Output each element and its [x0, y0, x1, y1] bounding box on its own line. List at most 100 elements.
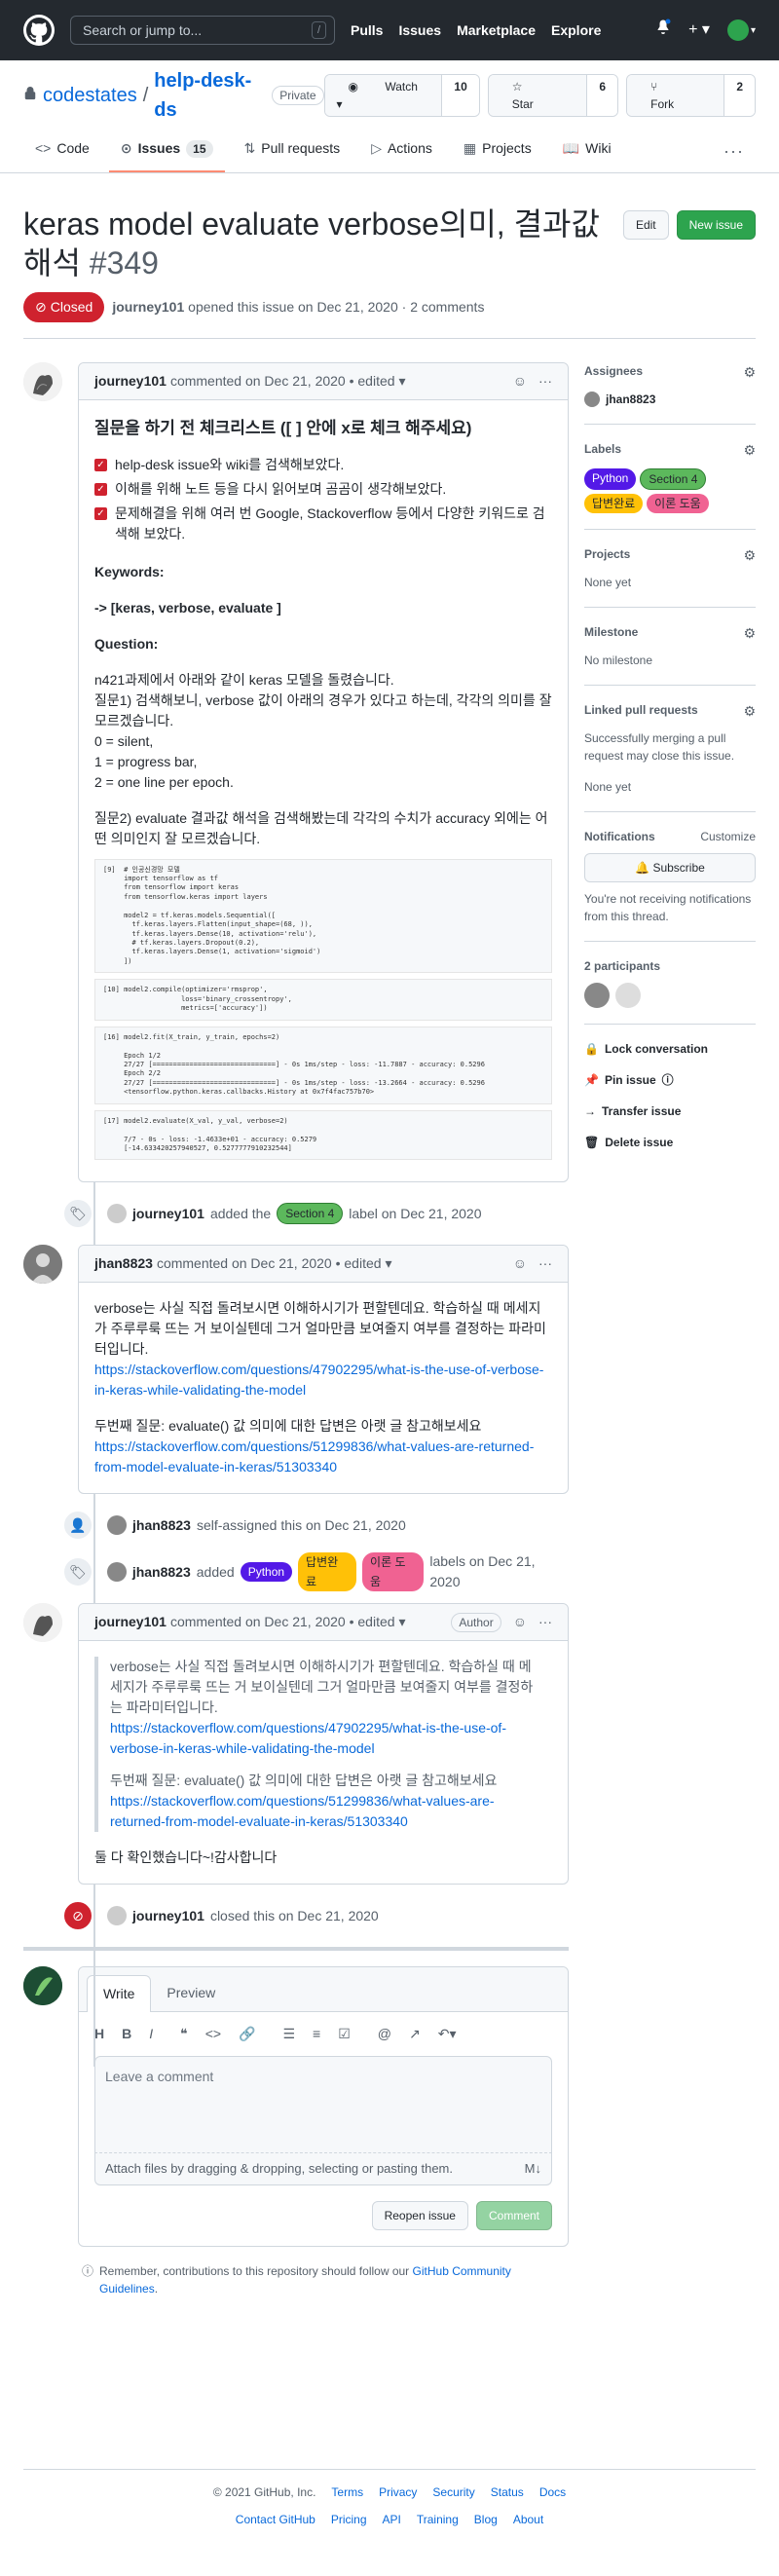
watch-count[interactable]: 10 [441, 75, 479, 116]
gear-icon[interactable]: ⚙ [743, 545, 756, 566]
label-python[interactable]: Python [584, 468, 637, 490]
stackoverflow-link[interactable]: https://stackoverflow.com/questions/5129… [94, 1438, 534, 1475]
user-avatar-menu[interactable]: ▾ [726, 19, 756, 41]
link-icon[interactable]: 🔗 [239, 2024, 255, 2044]
nav-marketplace[interactable]: Marketplace [457, 20, 536, 41]
kebab-menu-icon[interactable]: ··· [538, 1612, 552, 1632]
avatar[interactable] [615, 983, 641, 1008]
mention-icon[interactable]: @ [378, 2024, 391, 2044]
tab-write[interactable]: Write [87, 1975, 152, 2013]
comment-meta[interactable]: commented on Dec 21, 2020 • edited [170, 1612, 395, 1632]
comment-author-link[interactable]: journey101 [94, 1612, 167, 1632]
avatar[interactable] [584, 983, 610, 1008]
gear-icon[interactable]: ⚙ [743, 623, 756, 644]
comment-author-link[interactable]: jhan8823 [94, 1253, 153, 1274]
markdown-icon[interactable]: M↓ [525, 2159, 541, 2179]
caret-down-icon[interactable]: ▾ [386, 1253, 392, 1274]
assignee[interactable]: jhan8823 [584, 391, 756, 408]
checkbox-icon[interactable]: ✓ [94, 482, 107, 496]
footer-link-api[interactable]: API [383, 2511, 401, 2528]
nav-issues[interactable]: Issues [398, 20, 441, 41]
transfer-issue-button[interactable]: → Transfer issue [584, 1102, 756, 1120]
tab-actions[interactable]: ▷ Actions [359, 131, 444, 172]
delete-issue-button[interactable]: 🗑 Delete issue [584, 1134, 756, 1151]
comment-textarea[interactable]: Leave a comment [94, 2056, 552, 2154]
avatar[interactable] [107, 1204, 127, 1224]
label-theory-help[interactable]: 이론 도움 [647, 494, 709, 513]
avatar[interactable] [106, 1562, 127, 1583]
github-logo-icon[interactable] [23, 15, 55, 46]
avatar[interactable] [23, 362, 62, 401]
footer-link-training[interactable]: Training [417, 2511, 459, 2528]
footer-link-blog[interactable]: Blog [474, 2511, 498, 2528]
footer-link-status[interactable]: Status [491, 2483, 524, 2501]
new-issue-button[interactable]: New issue [676, 210, 756, 240]
gear-icon[interactable]: ⚙ [743, 440, 756, 461]
avatar[interactable] [107, 1906, 127, 1926]
comment-meta[interactable]: commented on Dec 21, 2020 • edited [170, 371, 395, 392]
bold-icon[interactable]: B [122, 2024, 131, 2044]
bell-icon[interactable] [655, 19, 671, 42]
caret-down-icon[interactable]: ▾ [399, 1612, 406, 1632]
event-actor[interactable]: journey101 [132, 1204, 204, 1224]
lock-conversation-button[interactable]: 🔒 Lock conversation [584, 1040, 756, 1058]
fork-count[interactable]: 2 [723, 75, 755, 116]
cross-reference-icon[interactable]: ↗ [409, 2024, 421, 2044]
customize-link[interactable]: Customize [700, 828, 756, 845]
label-theory-help[interactable]: 이론 도움 [362, 1552, 425, 1592]
label-section4[interactable]: Section 4 [640, 468, 707, 490]
checkbox-icon[interactable]: ✓ [94, 506, 107, 520]
avatar[interactable] [107, 1515, 127, 1536]
comment-meta[interactable]: commented on Dec 21, 2020 • edited [157, 1253, 382, 1274]
nav-explore[interactable]: Explore [551, 20, 601, 41]
code-icon[interactable]: <> [205, 2024, 221, 2044]
caret-down-icon[interactable]: ▾ [399, 371, 406, 392]
repo-owner-link[interactable]: codestates [43, 81, 137, 110]
star-button[interactable]: ☆ Star 6 [487, 74, 619, 117]
label-python[interactable]: Python [240, 1562, 293, 1583]
event-actor[interactable]: jhan8823 [132, 1515, 191, 1536]
label-section4[interactable]: Section 4 [277, 1203, 344, 1225]
kebab-menu-icon[interactable]: ··· [538, 1253, 552, 1274]
checkbox-icon[interactable]: ✓ [94, 458, 107, 471]
smiley-icon[interactable]: ☺ [513, 1253, 527, 1274]
label-answered[interactable]: 답변완료 [298, 1552, 357, 1592]
reply-icon[interactable]: ↶▾ [438, 2024, 457, 2044]
quote-icon[interactable]: ❝ [180, 2024, 188, 2044]
footer-link-docs[interactable]: Docs [539, 2483, 566, 2501]
event-actor[interactable]: jhan8823 [132, 1562, 191, 1583]
nav-pulls[interactable]: Pulls [351, 20, 383, 41]
unordered-list-icon[interactable]: ☰ [282, 2024, 295, 2044]
fork-button[interactable]: ⑂ Fork 2 [626, 74, 756, 117]
file-attachment-bar[interactable]: Attach files by dragging & dropping, sel… [94, 2153, 552, 2185]
footer-link-terms[interactable]: Terms [331, 2483, 363, 2501]
footer-link-about[interactable]: About [513, 2511, 543, 2528]
gear-icon[interactable]: ⚙ [743, 362, 756, 383]
pin-issue-button[interactable]: 📌 Pin issue ⓘ [584, 1071, 756, 1089]
tab-wiki[interactable]: 📖 Wiki [551, 131, 623, 172]
repo-name-link[interactable]: help-desk-ds [154, 66, 258, 125]
tab-preview[interactable]: Preview [151, 1975, 231, 2011]
issue-author-link[interactable]: journey101 [112, 299, 184, 315]
plus-dropdown-icon[interactable]: + ▾ [688, 19, 710, 42]
edit-title-button[interactable]: Edit [622, 210, 669, 240]
comment-author-link[interactable]: journey101 [94, 371, 167, 392]
stackoverflow-link[interactable]: https://stackoverflow.com/questions/4790… [94, 1362, 543, 1398]
kebab-menu-icon[interactable]: ··· [538, 371, 552, 392]
tab-pull-requests[interactable]: ⇅ Pull requests [233, 131, 352, 172]
watch-button[interactable]: ◉ Watch ▾ 10 [323, 74, 480, 117]
footer-link-privacy[interactable]: Privacy [379, 2483, 417, 2501]
footer-link-security[interactable]: Security [432, 2483, 474, 2501]
tab-projects[interactable]: ▦ Projects [452, 131, 543, 172]
star-count[interactable]: 6 [586, 75, 618, 116]
stackoverflow-link[interactable]: https://stackoverflow.com/questions/4790… [110, 1720, 506, 1756]
smiley-icon[interactable]: ☺ [513, 1612, 527, 1632]
more-tabs-icon[interactable]: ··· [712, 131, 756, 172]
task-list-icon[interactable]: ☑ [338, 2024, 351, 2044]
tab-code[interactable]: <> Code [23, 131, 101, 172]
comment-button[interactable]: Comment [475, 2200, 552, 2230]
footer-link-contact[interactable]: Contact GitHub [236, 2511, 315, 2528]
avatar[interactable] [23, 1603, 62, 1643]
subscribe-button[interactable]: 🔔 Subscribe [584, 853, 756, 882]
reopen-issue-button[interactable]: Reopen issue [371, 2200, 468, 2230]
